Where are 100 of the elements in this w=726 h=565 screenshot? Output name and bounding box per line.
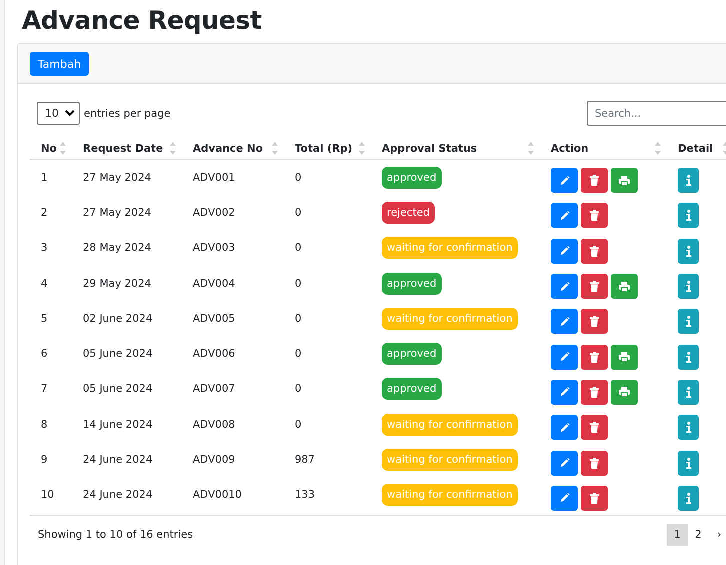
detail-button[interactable] [678, 486, 699, 511]
status-badge: waiting for confirmation [382, 308, 518, 330]
info-icon [686, 458, 692, 469]
table-cell: ADV006 [193, 348, 236, 360]
status-badge: waiting for confirmation [382, 414, 518, 436]
column-header[interactable]: No [41, 142, 58, 154]
table-cell: ADV005 [193, 312, 236, 325]
info-icon [686, 352, 692, 363]
table-cell: ADV003 [193, 242, 236, 254]
edit-button[interactable] [551, 450, 578, 476]
search-field[interactable]: Search... [587, 101, 726, 126]
status-badge: approved [382, 166, 442, 189]
table-cell: 3 [41, 242, 48, 254]
table-cell: 05 June 2024 [83, 383, 153, 396]
delete-button[interactable] [581, 380, 608, 405]
edit-button[interactable] [551, 415, 578, 440]
edit-button[interactable] [551, 238, 578, 264]
delete-button[interactable] [581, 415, 608, 440]
edit-button[interactable] [551, 486, 578, 511]
edit-button[interactable] [551, 309, 578, 334]
delete-button[interactable] [581, 344, 608, 370]
table-cell: 7 [41, 383, 48, 396]
page-length-select[interactable]: 10 [37, 102, 80, 125]
table-cell: 05 June 2024 [83, 348, 153, 360]
detail-button[interactable] [678, 344, 699, 370]
pencil-icon [560, 316, 570, 327]
column-header[interactable]: Detail [678, 142, 714, 154]
entries-info: Showing 1 to 10 of 16 entries [38, 528, 194, 541]
edit-button[interactable] [551, 168, 578, 194]
sort-icon [170, 142, 176, 155]
print-button[interactable] [611, 168, 638, 194]
detail-button[interactable] [678, 415, 699, 440]
info-icon [686, 175, 692, 186]
delete-button[interactable] [581, 238, 608, 264]
delete-button[interactable] [581, 309, 608, 334]
detail-button[interactable] [678, 380, 699, 405]
printer-icon [619, 176, 630, 186]
status-badge: waiting for confirmation [382, 449, 518, 472]
status-badge: approved [382, 343, 442, 366]
info-icon [686, 246, 692, 257]
page-link[interactable]: 1 [667, 524, 688, 546]
pencil-icon [560, 387, 570, 398]
table-cell: 14 June 2024 [83, 418, 153, 431]
print-button[interactable] [611, 274, 638, 300]
pencil-icon [560, 493, 570, 504]
status-badge: approved [382, 378, 442, 400]
column-header[interactable]: Action [551, 142, 589, 154]
table-cell: 27 May 2024 [83, 172, 152, 184]
pencil-icon [560, 458, 570, 468]
sort-icon [359, 142, 365, 155]
delete-button[interactable] [581, 450, 608, 476]
table-cell: 24 June 2024 [83, 454, 153, 466]
status-badge: approved [382, 272, 442, 295]
column-header[interactable]: Total (Rp) [295, 142, 353, 154]
detail-button[interactable] [678, 450, 699, 476]
delete-button[interactable] [581, 274, 608, 300]
table-cell: 0 [295, 348, 302, 360]
add-button[interactable]: Tambah [30, 52, 90, 76]
column-header[interactable]: Request Date [83, 142, 164, 154]
info-icon [686, 492, 692, 504]
detail-button[interactable] [678, 309, 699, 334]
table-cell: 27 May 2024 [83, 206, 152, 219]
info-icon [686, 316, 692, 328]
delete-button[interactable] [581, 486, 608, 511]
detail-button[interactable] [678, 274, 699, 300]
table-cell: ADV008 [193, 418, 236, 431]
table-cell: 2 [41, 206, 48, 219]
print-button[interactable] [611, 380, 638, 405]
table-cell: ADV004 [193, 278, 236, 290]
edit-button[interactable] [551, 344, 578, 370]
edit-button[interactable] [551, 274, 578, 300]
page-title: Advance Request [22, 6, 263, 36]
pencil-icon [560, 422, 570, 433]
table-cell: 8 [41, 418, 48, 431]
detail-button[interactable] [678, 203, 699, 228]
detail-button[interactable] [678, 238, 699, 264]
edit-button[interactable] [551, 203, 578, 228]
status-badge: rejected [382, 202, 435, 224]
pencil-icon [560, 176, 570, 186]
table-cell: 10 [41, 489, 54, 502]
delete-button[interactable] [581, 168, 608, 194]
page-link[interactable]: › [709, 524, 726, 546]
page-link[interactable]: 2 [688, 524, 709, 546]
trash-icon [590, 352, 599, 363]
detail-button[interactable] [678, 168, 699, 194]
trash-icon [590, 492, 599, 504]
edit-button[interactable] [551, 380, 578, 405]
table-cell: ADV009 [193, 454, 236, 466]
table-cell: 02 June 2024 [83, 312, 153, 325]
table-cell: 5 [41, 312, 48, 325]
status-badge: waiting for confirmation [382, 237, 518, 260]
delete-button[interactable] [581, 203, 608, 228]
table-cell: 0 [295, 206, 302, 219]
column-header[interactable]: Advance No [193, 142, 264, 154]
trash-icon [590, 281, 599, 292]
column-header[interactable]: Approval Status [382, 142, 478, 154]
table-cell: 1 [41, 172, 48, 184]
table-cell: ADV001 [193, 172, 236, 184]
info-icon [686, 281, 692, 292]
print-button[interactable] [611, 344, 638, 370]
